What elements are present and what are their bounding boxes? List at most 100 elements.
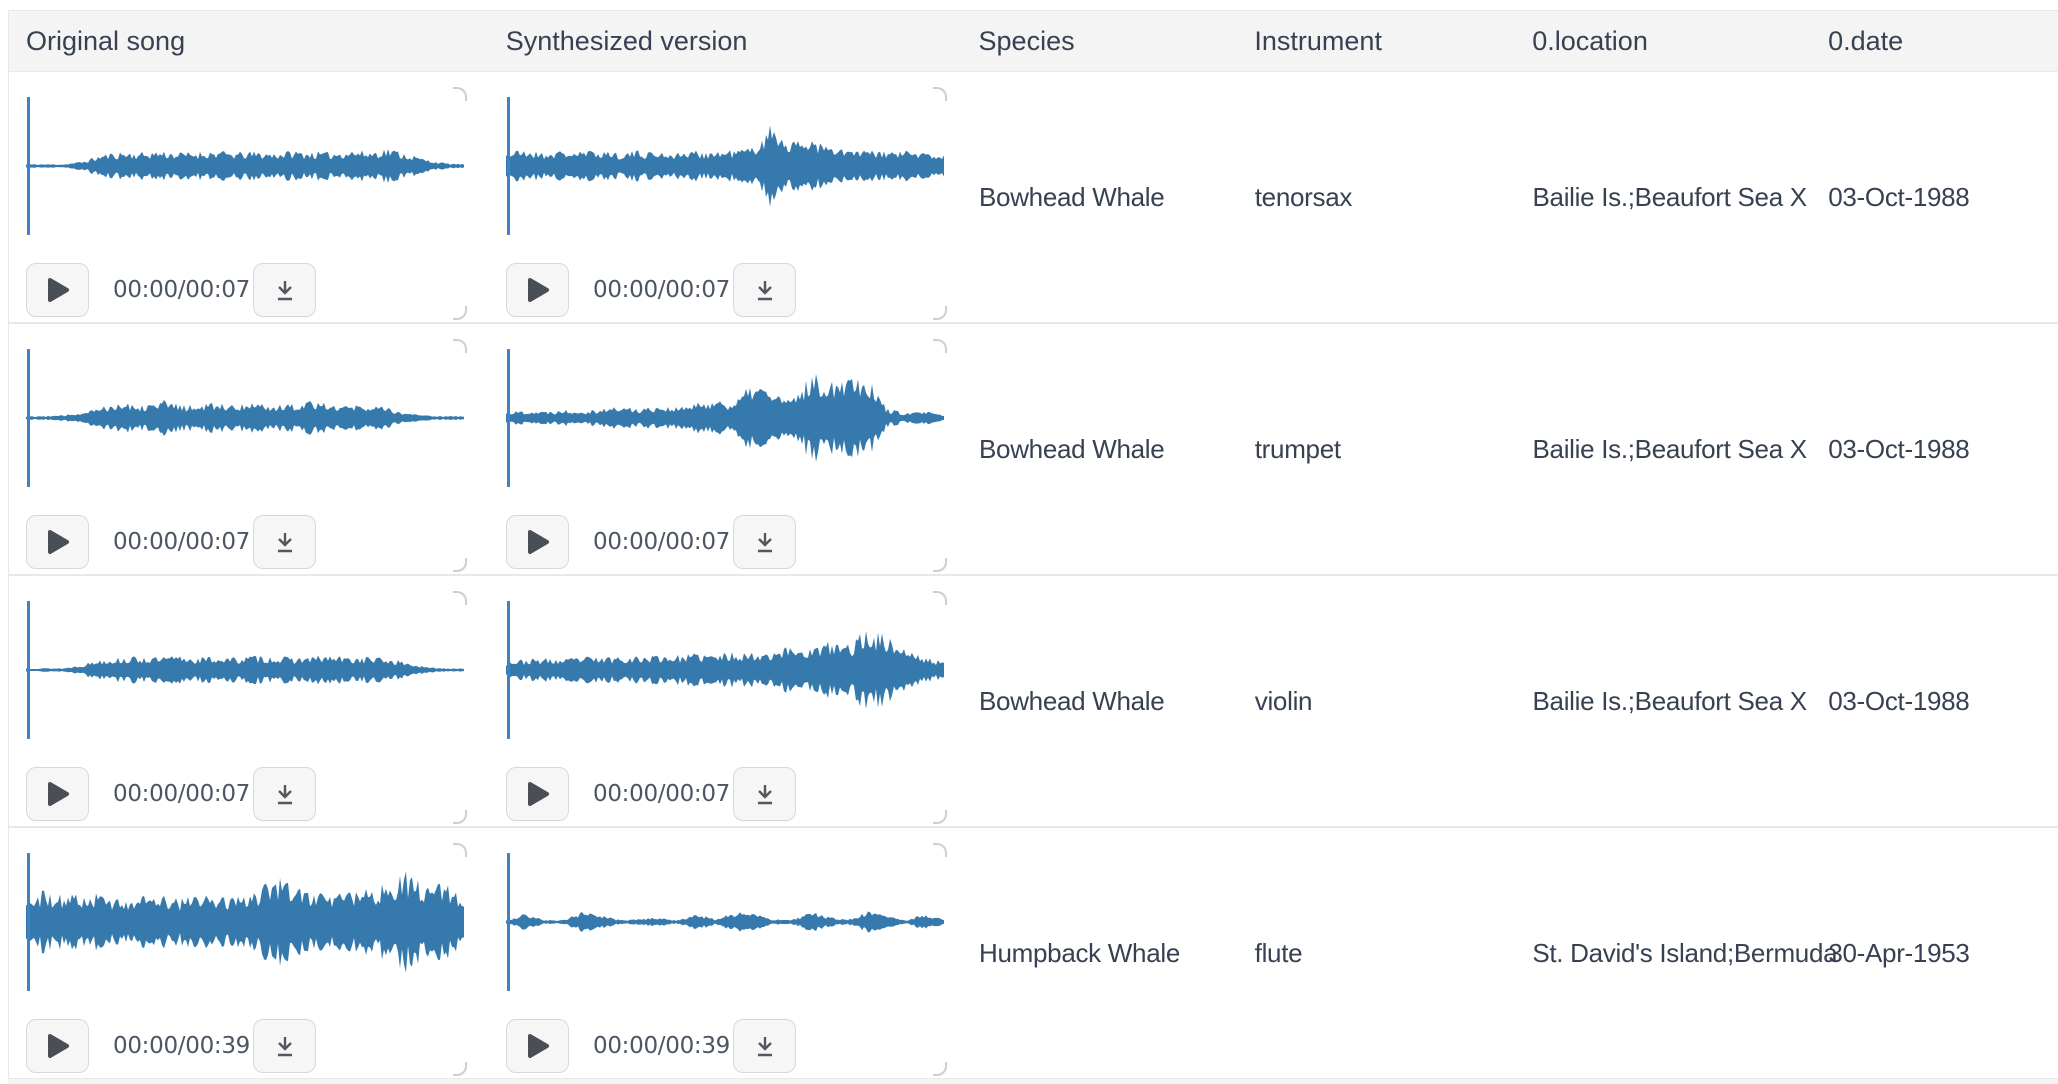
play-icon <box>526 781 550 807</box>
waveform-original[interactable] <box>26 842 464 1002</box>
time-display: 00:00/00:07 <box>593 529 730 555</box>
playback-cursor <box>27 349 30 487</box>
audio-controls: 00:00/00:39 <box>506 1019 944 1073</box>
audio-controls: 00:00/00:39 <box>26 1019 464 1073</box>
table-row: 00:00/00:07 00:00/ <box>9 72 2058 324</box>
download-button[interactable] <box>733 767 796 821</box>
play-icon <box>46 1033 70 1059</box>
time-display: 00:00/00:39 <box>113 1033 250 1059</box>
species-cell: Bowhead Whale <box>969 72 1245 322</box>
table-row: 00:00/00:07 00:00/ <box>9 324 2058 576</box>
corner-mark-icon <box>933 843 947 857</box>
table-header: Original song Synthesized version Specie… <box>9 11 2058 72</box>
play-icon <box>46 781 70 807</box>
download-icon <box>750 527 780 557</box>
play-button[interactable] <box>26 515 89 569</box>
play-icon <box>526 277 550 303</box>
playback-cursor <box>27 97 30 235</box>
date-cell: 03-Oct-1988 <box>1818 324 2058 574</box>
header-original-song: Original song <box>9 26 489 57</box>
download-icon <box>750 779 780 809</box>
dataset-table: Original song Synthesized version Specie… <box>8 10 2058 1080</box>
play-button[interactable] <box>506 263 569 317</box>
play-button[interactable] <box>506 1019 569 1073</box>
download-button[interactable] <box>253 515 316 569</box>
play-icon <box>526 1033 550 1059</box>
play-icon <box>46 529 70 555</box>
play-button[interactable] <box>506 767 569 821</box>
time-display: 00:00/00:07 <box>113 781 250 807</box>
instrument-cell: violin <box>1245 576 1523 826</box>
audio-controls: 00:00/00:07 <box>506 767 944 821</box>
corner-mark-icon <box>453 591 467 605</box>
corner-mark-icon <box>933 87 947 101</box>
header-synthesized-version: Synthesized version <box>489 26 969 57</box>
audio-player-original: 00:00/00:07 <box>26 338 464 569</box>
resize-handle-icon <box>453 810 467 824</box>
waveform-synthesized[interactable] <box>506 590 944 750</box>
play-button[interactable] <box>26 767 89 821</box>
corner-mark-icon <box>453 843 467 857</box>
species-cell: Bowhead Whale <box>969 576 1245 826</box>
waveform-synthesized[interactable] <box>506 338 944 498</box>
playback-cursor <box>27 601 30 739</box>
waveform-synthesized[interactable] <box>506 842 944 1002</box>
corner-mark-icon <box>453 339 467 353</box>
download-icon <box>270 779 300 809</box>
playback-cursor <box>507 853 510 991</box>
time-display: 00:00/00:39 <box>593 1033 730 1059</box>
play-button[interactable] <box>506 515 569 569</box>
playback-cursor <box>507 349 510 487</box>
audio-player-original: 00:00/00:39 <box>26 842 464 1073</box>
time-display: 00:00/00:07 <box>593 781 730 807</box>
audio-player-synthesized: 00:00/00:07 <box>506 590 944 821</box>
next-section-edge <box>8 1079 2058 1084</box>
location-cell: Bailie Is.;Beaufort Sea X <box>1523 72 1819 322</box>
download-button[interactable] <box>733 263 796 317</box>
resize-handle-icon <box>933 558 947 572</box>
waveform-synthesized[interactable] <box>506 86 944 246</box>
audio-player-original: 00:00/00:07 <box>26 590 464 821</box>
corner-mark-icon <box>453 87 467 101</box>
download-icon <box>750 1031 780 1061</box>
play-button[interactable] <box>26 1019 89 1073</box>
time-display: 00:00/00:07 <box>113 529 250 555</box>
date-cell: 30-Apr-1953 <box>1818 828 2058 1078</box>
audio-player-synthesized: 00:00/00:39 <box>506 842 944 1073</box>
waveform-original[interactable] <box>26 338 464 498</box>
header-instrument: Instrument <box>1244 26 1522 57</box>
resize-handle-icon <box>933 1062 947 1076</box>
table-body: 00:00/00:07 00:00/ <box>9 72 2058 1080</box>
download-button[interactable] <box>253 1019 316 1073</box>
waveform-original[interactable] <box>26 86 464 246</box>
resize-handle-icon <box>453 558 467 572</box>
download-icon <box>270 275 300 305</box>
species-cell: Humpback Whale <box>969 828 1245 1078</box>
instrument-cell: tenorsax <box>1245 72 1523 322</box>
download-icon <box>750 275 780 305</box>
playback-cursor <box>507 97 510 235</box>
audio-controls: 00:00/00:07 <box>26 515 464 569</box>
waveform-original[interactable] <box>26 590 464 750</box>
instrument-cell: flute <box>1245 828 1523 1078</box>
download-button[interactable] <box>733 515 796 569</box>
instrument-cell: trumpet <box>1245 324 1523 574</box>
table-row: 00:00/00:39 00:00/ <box>9 828 2058 1080</box>
date-cell: 03-Oct-1988 <box>1818 576 2058 826</box>
table-row: 00:00/00:07 00:00/ <box>9 576 2058 828</box>
play-button[interactable] <box>26 263 89 317</box>
species-cell: Bowhead Whale <box>969 324 1245 574</box>
download-button[interactable] <box>253 767 316 821</box>
header-location: 0.location <box>1522 26 1818 57</box>
download-icon <box>270 1031 300 1061</box>
playback-cursor <box>507 601 510 739</box>
audio-player-original: 00:00/00:07 <box>26 86 464 317</box>
download-icon <box>270 527 300 557</box>
audio-controls: 00:00/00:07 <box>506 515 944 569</box>
corner-mark-icon <box>933 591 947 605</box>
time-display: 00:00/00:07 <box>113 277 250 303</box>
resize-handle-icon <box>933 810 947 824</box>
download-button[interactable] <box>733 1019 796 1073</box>
audio-player-synthesized: 00:00/00:07 <box>506 338 944 569</box>
download-button[interactable] <box>253 263 316 317</box>
